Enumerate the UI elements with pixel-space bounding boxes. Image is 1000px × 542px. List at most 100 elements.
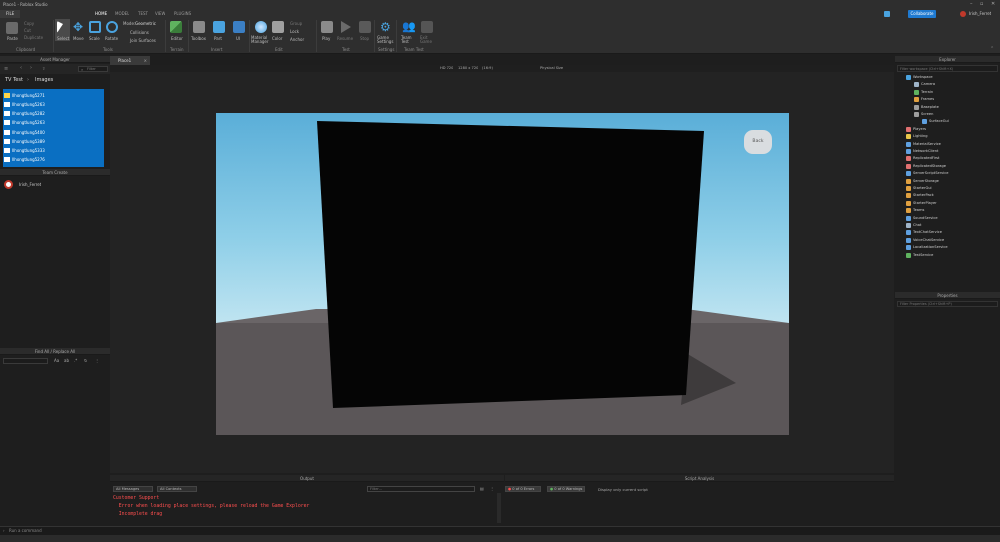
breadcrumb-root[interactable]: TV Test <box>5 77 23 83</box>
play-icon[interactable] <box>321 21 333 33</box>
scale-icon[interactable] <box>89 21 101 33</box>
find-input[interactable] <box>3 358 48 364</box>
size-mode-selector[interactable]: Physical Size <box>540 66 563 70</box>
select-button[interactable]: Select <box>57 36 69 41</box>
rotate-icon[interactable] <box>106 21 118 33</box>
explorer-item[interactable]: Frames <box>914 96 934 103</box>
rotate-button[interactable]: Rotate <box>105 36 118 41</box>
explorer-item[interactable]: NetworkClient <box>906 148 938 155</box>
more-icon[interactable]: ⋮ <box>95 358 99 363</box>
tab-place1[interactable]: Place1 × <box>110 56 150 65</box>
group-button[interactable]: Group <box>290 21 302 26</box>
close-tab-icon[interactable]: × <box>144 56 147 65</box>
explorer-item[interactable]: Teams <box>906 207 924 214</box>
close-icon[interactable]: ✕ <box>991 1 995 7</box>
contexts-filter[interactable]: All Contexts <box>157 486 197 492</box>
color-icon[interactable] <box>272 21 284 33</box>
menu-view[interactable]: VIEW <box>155 11 165 16</box>
explorer-item[interactable]: SoundService <box>906 215 938 222</box>
explorer-item[interactable]: LocalizationService <box>906 244 948 251</box>
avatar[interactable] <box>960 11 966 17</box>
collapse-ribbon-icon[interactable]: ⌃ <box>990 46 994 52</box>
warnings-filter[interactable]: ● 0 of 0 Warnings <box>547 486 585 492</box>
asset-item[interactable]: lIhongtlung5282 <box>3 110 104 117</box>
share-icon[interactable] <box>884 11 890 17</box>
output-scrollbar[interactable] <box>497 493 501 523</box>
select-icon[interactable] <box>57 21 63 33</box>
minimize-icon[interactable]: – <box>970 1 973 7</box>
scale-button[interactable]: Scale <box>89 36 100 41</box>
scene-view[interactable]: Back <box>216 113 789 435</box>
explorer-item[interactable]: ServerStorage <box>906 178 939 185</box>
menu-test[interactable]: TEST <box>138 11 148 16</box>
duplicate-button[interactable]: Duplicate <box>24 35 43 40</box>
color-button[interactable]: Color <box>272 36 282 41</box>
clear-output-icon[interactable]: ▤ <box>480 486 484 491</box>
ui-button[interactable]: UI <box>236 36 240 41</box>
explorer-item[interactable]: ReplicatedStorage <box>906 163 946 170</box>
asset-list-icon[interactable]: ≡ <box>4 66 8 72</box>
team-test-button[interactable]: Team Test <box>401 36 415 44</box>
play-button[interactable]: Play <box>322 36 330 41</box>
collisions-toggle[interactable]: Collisions <box>130 30 149 35</box>
toolbox-icon[interactable] <box>193 21 205 33</box>
material-manager-button[interactable]: Material Manager <box>251 36 271 44</box>
command-bar[interactable]: › Run a command <box>0 526 1000 535</box>
part-button[interactable]: Part <box>214 36 222 41</box>
explorer-item[interactable]: StarterGui <box>906 185 932 192</box>
refresh-icon[interactable]: ↻ <box>84 358 87 363</box>
toolbox-button[interactable]: Toolbox <box>191 36 206 41</box>
explorer-item[interactable]: StarterPack <box>906 192 934 199</box>
asset-item[interactable]: lIhongtlung5276 <box>3 156 104 163</box>
mode-dropdown[interactable]: Geometric <box>135 21 156 26</box>
move-button[interactable]: Move <box>73 36 84 41</box>
game-settings-button[interactable]: Game Settings <box>377 36 395 44</box>
asset-item[interactable]: lIhongtlung5333 <box>3 147 104 154</box>
explorer-item[interactable]: TestService <box>906 252 933 259</box>
asset-item[interactable]: lIhongtlung5263 <box>3 119 104 126</box>
output-more-icon[interactable]: ⋮ <box>490 486 494 491</box>
username[interactable]: Irish_Ferret <box>969 11 991 16</box>
explorer-item[interactable]: Baseplate <box>914 104 939 111</box>
cut-button[interactable]: Cut <box>24 28 31 33</box>
explorer-item[interactable]: TextChatService <box>906 229 942 236</box>
match-case-icon[interactable]: Aa <box>54 358 59 363</box>
explorer-item[interactable]: Chat <box>906 222 921 229</box>
asset-filter-input[interactable]: ⌕ Filter <box>78 66 108 72</box>
paste-icon[interactable] <box>6 22 18 34</box>
asset-item[interactable]: lIhongtlung5389 <box>3 138 104 145</box>
explorer-filter-input[interactable]: Filter workspace (Ctrl+Shift+X) <box>897 65 998 72</box>
team-test-icon[interactable]: 👥 <box>402 21 416 33</box>
menu-model[interactable]: MODEL <box>115 11 129 16</box>
explorer-item[interactable]: MaterialService <box>906 141 941 148</box>
exit-game-button[interactable]: Exit Game <box>420 36 434 44</box>
copy-button[interactable]: Copy <box>24 21 34 26</box>
move-icon[interactable]: ✥ <box>73 21 85 33</box>
terrain-editor-icon[interactable] <box>170 21 182 33</box>
asset-item[interactable]: lIhongtlung5263 <box>3 101 104 108</box>
command-input[interactable]: Run a command <box>9 528 42 533</box>
gear-icon[interactable]: ⚙ <box>380 21 392 33</box>
menu-home[interactable]: HOME <box>95 11 107 16</box>
maximize-icon[interactable]: ▫ <box>980 1 983 7</box>
terrain-editor-button[interactable]: Editor <box>171 36 183 41</box>
device-selector[interactable]: HD 720 <box>440 66 453 70</box>
ui-icon[interactable] <box>233 21 245 33</box>
resume-button[interactable]: Resume <box>337 36 353 41</box>
forward-arrow-icon[interactable]: › <box>30 65 32 71</box>
scene-render[interactable] <box>216 113 789 435</box>
explorer-item[interactable]: Workspace <box>906 74 933 81</box>
asset-item[interactable]: lIhongtlung5400 <box>3 129 104 136</box>
explorer-item[interactable]: VoiceChatService <box>906 237 944 244</box>
explorer-item[interactable]: Screen <box>914 111 933 118</box>
whole-word-icon[interactable]: ab <box>64 358 69 363</box>
join-surfaces-toggle[interactable]: Join Surfaces <box>130 38 156 43</box>
explorer-item[interactable]: Players <box>906 126 926 133</box>
explorer-item[interactable]: Terrain <box>914 89 933 96</box>
stop-icon[interactable] <box>359 21 371 33</box>
explorer-item[interactable]: ReplicatedFirst <box>906 155 939 162</box>
stop-button[interactable]: Stop <box>360 36 369 41</box>
asset-item[interactable]: lIhongtlung5271 <box>3 92 104 99</box>
output-filter-input[interactable]: Filter... <box>367 486 475 492</box>
menu-plugins[interactable]: PLUGINS <box>174 11 191 16</box>
